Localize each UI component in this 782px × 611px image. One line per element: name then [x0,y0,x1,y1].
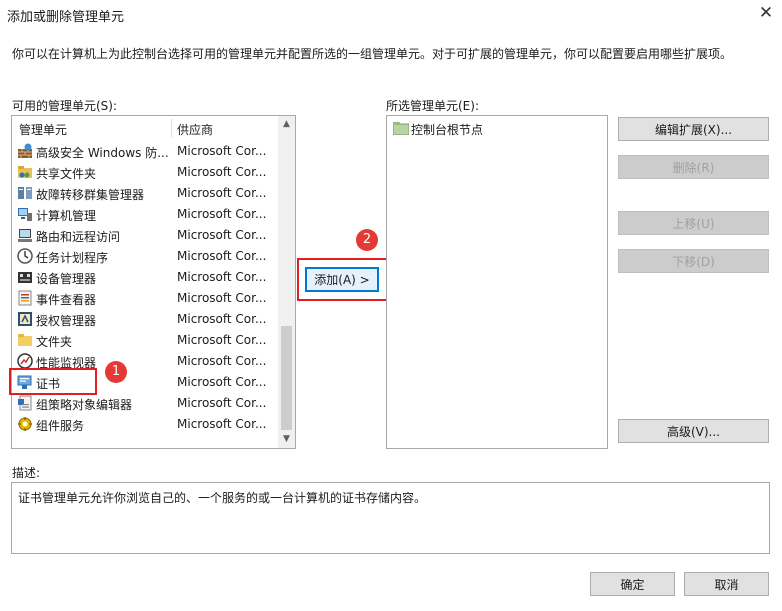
snapin-name: 计算机管理 [36,209,97,223]
list-item[interactable]: 授权管理器 Microsoft Cor... [12,309,278,330]
snapin-name: 授权管理器 [36,314,97,328]
snapin-name: 组件服务 [36,419,85,433]
snapin-vendor: Microsoft Cor... [177,396,267,410]
event-viewer-icon [18,290,32,306]
performance-icon [17,353,33,369]
selected-snapins-list[interactable]: 控制台根节点 [386,115,608,449]
snapin-vendor: Microsoft Cor... [177,207,267,221]
add-button[interactable]: 添加(A) > [305,267,379,292]
snapin-vendor: Microsoft Cor... [177,354,267,368]
snapin-name: 共享文件夹 [36,167,97,181]
description-text: 证书管理单元允许你浏览自己的、一个服务的或一台计算机的证书存储内容。 [18,491,427,505]
list-item[interactable]: 计算机管理 Microsoft Cor... [12,204,278,225]
list-item[interactable]: 设备管理器 Microsoft Cor... [12,267,278,288]
snapin-vendor: Microsoft Cor... [177,249,267,263]
available-snapins-label: 可用的管理单元(S): [12,99,118,113]
routing-icon [18,229,32,242]
snapin-name: 事件查看器 [36,293,97,307]
computer-management-icon [18,208,32,221]
close-icon[interactable]: ✕ [755,2,777,24]
description-label: 描述: [12,466,41,480]
clock-icon [17,248,33,264]
snapin-vendor: Microsoft Cor... [177,375,267,389]
snapin-vendor: Microsoft Cor... [177,417,267,431]
snapin-name: 组策略对象编辑器 [36,398,133,412]
snapin-vendor: Microsoft Cor... [177,333,267,347]
snapin-vendor: Microsoft Cor... [177,144,267,158]
shared-folder-icon [18,166,32,178]
column-header-vendor[interactable]: 供应商 [177,121,213,138]
vertical-scrollbar[interactable]: ▲ ▼ [278,116,295,448]
folder-icon [393,122,409,135]
snapin-name: 高级安全 Windows 防... [36,146,169,160]
list-item[interactable]: 组策略对象编辑器 Microsoft Cor... [12,393,278,414]
intro-text: 你可以在计算机上为此控制台选择可用的管理单元并配置所选的一组管理单元。对于可扩展… [12,47,733,61]
step-badge-2: 2 [356,229,378,251]
cluster-icon [18,187,32,199]
column-divider[interactable] [171,119,172,137]
snapin-vendor: Microsoft Cor... [177,228,267,242]
list-item[interactable]: 任务计划程序 Microsoft Cor... [12,246,278,267]
step-badge-1: 1 [105,361,127,383]
snapin-name: 任务计划程序 [36,251,109,265]
list-item[interactable]: 共享文件夹 Microsoft Cor... [12,162,278,183]
scroll-up-arrow-icon[interactable]: ▲ [278,116,295,133]
component-services-icon [18,417,32,431]
list-item[interactable]: 文件夹 Microsoft Cor... [12,330,278,351]
snapin-name: 路由和远程访问 [36,230,121,244]
remove-button[interactable]: 删除(R) [618,155,769,179]
snapin-vendor: Microsoft Cor... [177,186,267,200]
available-snapins-list[interactable]: 管理单元 供应商 高级安全 Windows 防... Microsoft Cor… [11,115,296,449]
scroll-down-arrow-icon[interactable]: ▼ [278,431,295,448]
folder-icon [18,334,32,346]
scrollbar-thumb[interactable] [281,326,292,430]
snapin-vendor: Microsoft Cor... [177,291,267,305]
device-manager-icon [18,272,32,283]
window-title: 添加或删除管理单元 [7,10,125,25]
firewall-icon [18,143,32,158]
column-header-snapin[interactable]: 管理单元 [19,121,67,138]
move-down-button[interactable]: 下移(D) [618,249,769,273]
list-header: 管理单元 供应商 [12,116,278,140]
snapin-vendor: Microsoft Cor... [177,270,267,284]
description-box: 证书管理单元允许你浏览自己的、一个服务的或一台计算机的证书存储内容。 [11,482,770,554]
list-item[interactable]: 事件查看器 Microsoft Cor... [12,288,278,309]
edit-extensions-button[interactable]: 编辑扩展(X)... [618,117,769,141]
snapin-name: 设备管理器 [36,272,97,286]
group-policy-icon [18,395,32,411]
snapin-vendor: Microsoft Cor... [177,165,267,179]
snapin-name: 文件夹 [36,335,73,349]
move-up-button[interactable]: 上移(U) [618,211,769,235]
list-item[interactable]: 路由和远程访问 Microsoft Cor... [12,225,278,246]
console-root-label[interactable]: 控制台根节点 [411,121,483,138]
snapin-vendor: Microsoft Cor... [177,312,267,326]
list-item[interactable]: 组件服务 Microsoft Cor... [12,414,278,435]
ok-button[interactable]: 确定 [590,572,675,596]
authorization-icon [18,312,32,326]
list-item[interactable]: 故障转移群集管理器 Microsoft Cor... [12,183,278,204]
advanced-button[interactable]: 高级(V)... [618,419,769,443]
selected-snapins-label: 所选管理单元(E): [386,99,479,113]
cancel-button[interactable]: 取消 [684,572,769,596]
snapin-name: 故障转移群集管理器 [36,188,145,202]
list-item[interactable]: 高级安全 Windows 防... Microsoft Cor... [12,141,278,162]
highlight-box-certificate [9,368,97,395]
